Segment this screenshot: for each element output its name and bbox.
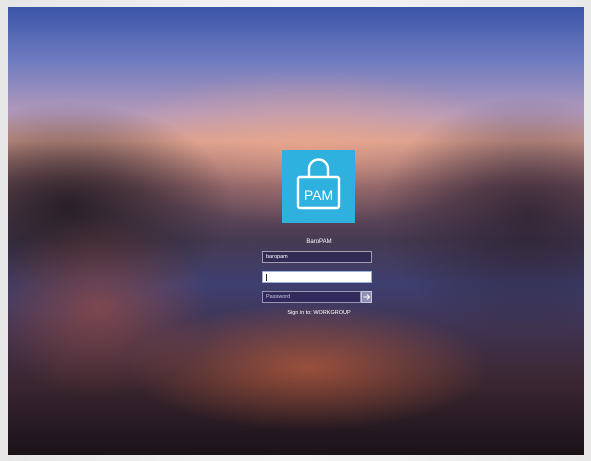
lock-screen-background: PAM BaroPAM baropam Password Sign in to:… [8, 7, 584, 455]
padlock-icon: PAM [282, 150, 355, 223]
monitor-bezel: PAM BaroPAM baropam Password Sign in to:… [0, 0, 591, 461]
arrow-right-icon [363, 294, 371, 300]
domain-input[interactable] [262, 271, 372, 283]
password-placeholder: Password [266, 294, 291, 300]
username-field[interactable]: baropam [262, 251, 372, 263]
account-name: BaroPAM [306, 239, 332, 245]
password-field[interactable]: Password [262, 291, 361, 303]
text-caret [266, 274, 267, 281]
sign-in-domain-label: Sign in to: WORKGROUP [287, 310, 351, 316]
submit-button[interactable] [361, 291, 372, 303]
logo-text: PAM [304, 187, 333, 203]
